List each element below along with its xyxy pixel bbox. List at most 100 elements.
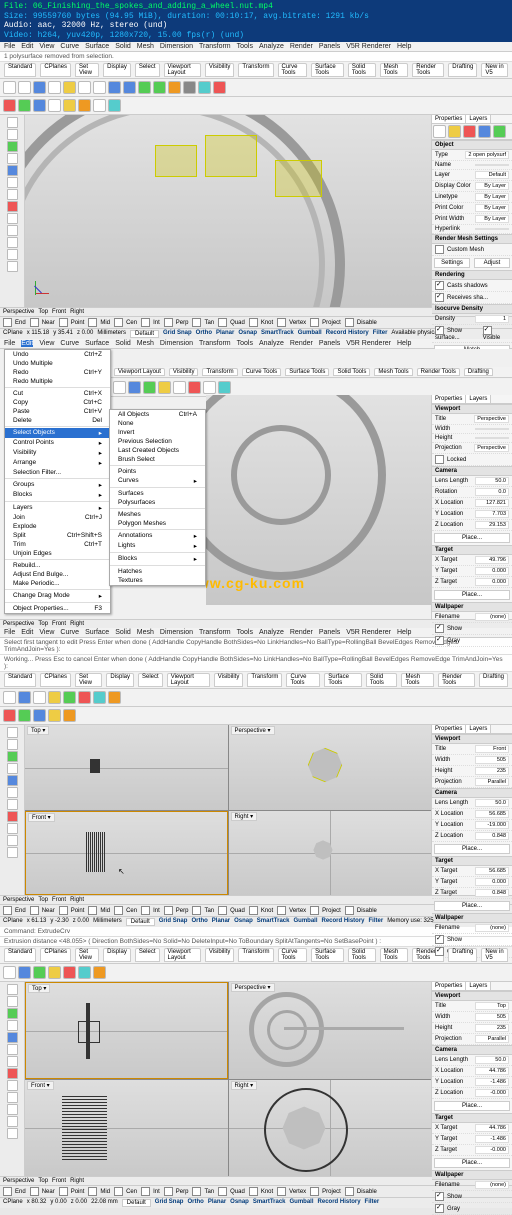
osnap-tan[interactable] — [192, 318, 201, 327]
tool-icon[interactable] — [33, 691, 46, 704]
menu-panels[interactable]: Panels — [319, 43, 340, 50]
main-toolbar[interactable] — [0, 79, 512, 97]
solid-icon[interactable] — [7, 213, 18, 224]
menu-dimension[interactable]: Dimension — [160, 340, 193, 347]
toolbar-3[interactable] — [0, 689, 512, 707]
tool-icon[interactable] — [93, 99, 106, 112]
quad-viewports-3[interactable]: Top ▾ Perspective ▾ Front ▾ ↖ Right ▾ — [25, 725, 431, 895]
menu-panels[interactable]: Panels — [319, 340, 340, 347]
tab-layers[interactable]: Layers — [466, 395, 491, 403]
menu-help[interactable]: Help — [397, 340, 411, 347]
menu-help[interactable]: Help — [397, 43, 411, 50]
tool-icon[interactable] — [188, 381, 201, 394]
place-button[interactable]: Place... — [434, 590, 510, 600]
redo-icon[interactable] — [123, 81, 136, 94]
layers-icon[interactable] — [198, 81, 211, 94]
tab-transform[interactable]: Transform — [238, 63, 273, 77]
tool-icon[interactable] — [173, 381, 186, 394]
locked-checkbox[interactable] — [435, 455, 444, 464]
vp-top[interactable]: Top — [38, 309, 48, 315]
toolbar-tabs-2[interactable]: Viewport LayoutVisibilityTransformCurve … — [110, 367, 512, 378]
visible-checkbox[interactable] — [483, 326, 492, 335]
vp-right[interactable]: Right — [70, 309, 84, 315]
toolbar-3b[interactable] — [0, 707, 512, 725]
toolbar-4[interactable] — [0, 964, 512, 982]
tool-icon[interactable] — [33, 709, 46, 722]
tool-icon[interactable] — [48, 99, 61, 112]
tab-select[interactable]: Select — [135, 63, 160, 77]
line-icon[interactable] — [7, 129, 18, 140]
tool-icon[interactable] — [203, 381, 216, 394]
tool-icon[interactable] — [78, 99, 91, 112]
settings-button[interactable]: Settings — [434, 258, 470, 268]
panel-icon[interactable] — [448, 125, 461, 138]
printcolor-select[interactable]: By Layer — [475, 204, 509, 212]
copy-icon[interactable] — [78, 81, 91, 94]
tool-icon[interactable] — [48, 709, 61, 722]
menu-surface[interactable]: Surface — [85, 43, 109, 50]
scale-icon[interactable] — [168, 81, 181, 94]
osnap-knot[interactable] — [249, 318, 258, 327]
toolbar-tabs-3[interactable]: StandardCPlanesSet ViewDisplaySelectView… — [0, 672, 512, 689]
tool-icon[interactable] — [78, 691, 91, 704]
tool-icon[interactable] — [3, 99, 16, 112]
tab-display[interactable]: Display — [103, 63, 131, 77]
osnap-vertex[interactable] — [277, 318, 286, 327]
osnap-end[interactable] — [3, 318, 12, 327]
properties-panel[interactable]: PropertiesLayers Object Type2 open polys… — [431, 115, 512, 307]
tool-icon[interactable] — [63, 99, 76, 112]
receives-checkbox[interactable] — [435, 293, 444, 302]
secondary-toolbar[interactable] — [0, 97, 512, 115]
tab-solid-tools[interactable]: Solid Tools — [348, 63, 376, 77]
arc-icon[interactable] — [7, 165, 18, 176]
select-objects-submenu[interactable]: All ObjectsCtrl+A None Invert Previous S… — [109, 409, 206, 586]
menu-solid[interactable]: Solid — [115, 340, 131, 347]
menu-view[interactable]: View — [39, 340, 54, 347]
planar[interactable]: Planar — [216, 330, 234, 338]
render-icon[interactable] — [213, 81, 226, 94]
menu-analyze[interactable]: Analyze — [259, 340, 284, 347]
menu-render[interactable]: Render — [290, 43, 313, 50]
menu-file[interactable]: File — [4, 340, 15, 347]
tool-icon[interactable] — [143, 381, 156, 394]
tool-icon[interactable] — [108, 691, 121, 704]
tool-icon[interactable] — [3, 709, 16, 722]
osnap-int[interactable] — [141, 318, 150, 327]
quad-viewports-4[interactable]: Top ▾ Perspective ▾ Front ▾ Right ▾ — [25, 982, 431, 1176]
menu-surface[interactable]: Surface — [85, 340, 109, 347]
print-icon[interactable] — [48, 81, 61, 94]
tab-mesh-tools[interactable]: Mesh Tools — [380, 63, 409, 77]
tab-layers[interactable]: Layers — [466, 115, 491, 123]
tab-properties[interactable]: Properties — [432, 115, 466, 123]
tab-newv5[interactable]: New in V5 — [481, 63, 508, 77]
trim-icon[interactable] — [7, 237, 18, 248]
vp-persp[interactable]: Perspective — [3, 309, 34, 315]
hyperlink-input[interactable] — [475, 228, 509, 230]
join-icon[interactable] — [7, 261, 18, 272]
open-icon[interactable] — [18, 81, 31, 94]
menu-view[interactable]: View — [39, 43, 54, 50]
panel-icon[interactable] — [493, 125, 506, 138]
tab-render-tools[interactable]: Render Tools — [412, 63, 444, 77]
left-toolbox-3[interactable] — [0, 725, 25, 895]
viewport-front[interactable]: Front ▾ — [25, 1080, 228, 1177]
tool-icon[interactable] — [113, 381, 126, 394]
casts-checkbox[interactable] — [435, 281, 444, 290]
menu-curve[interactable]: Curve — [60, 43, 79, 50]
polyline-icon[interactable] — [7, 141, 18, 152]
tab-properties[interactable]: Properties — [432, 395, 466, 403]
menu-edit[interactable]: Edit — [21, 340, 33, 347]
show-checkbox[interactable] — [435, 624, 444, 633]
panel-icon[interactable] — [433, 125, 446, 138]
command-line-3b[interactable]: Working... Press Esc to cancel Enter whe… — [0, 655, 512, 672]
tool-icon[interactable] — [108, 99, 121, 112]
mesh-icon[interactable] — [7, 225, 18, 236]
circle-icon[interactable] — [7, 153, 18, 164]
menu-bar[interactable]: File Edit View Curve Surface Solid Mesh … — [0, 42, 512, 52]
edit-menu-dropdown[interactable]: UndoCtrl+Z Undo Multiple RedoCtrl+Y Redo… — [4, 349, 111, 614]
tab-cplanes[interactable]: CPlanes — [40, 63, 71, 77]
pointer-icon[interactable] — [7, 117, 18, 128]
tool-icon[interactable] — [158, 381, 171, 394]
osnap-mid[interactable] — [88, 318, 97, 327]
tool-icon[interactable] — [48, 691, 61, 704]
